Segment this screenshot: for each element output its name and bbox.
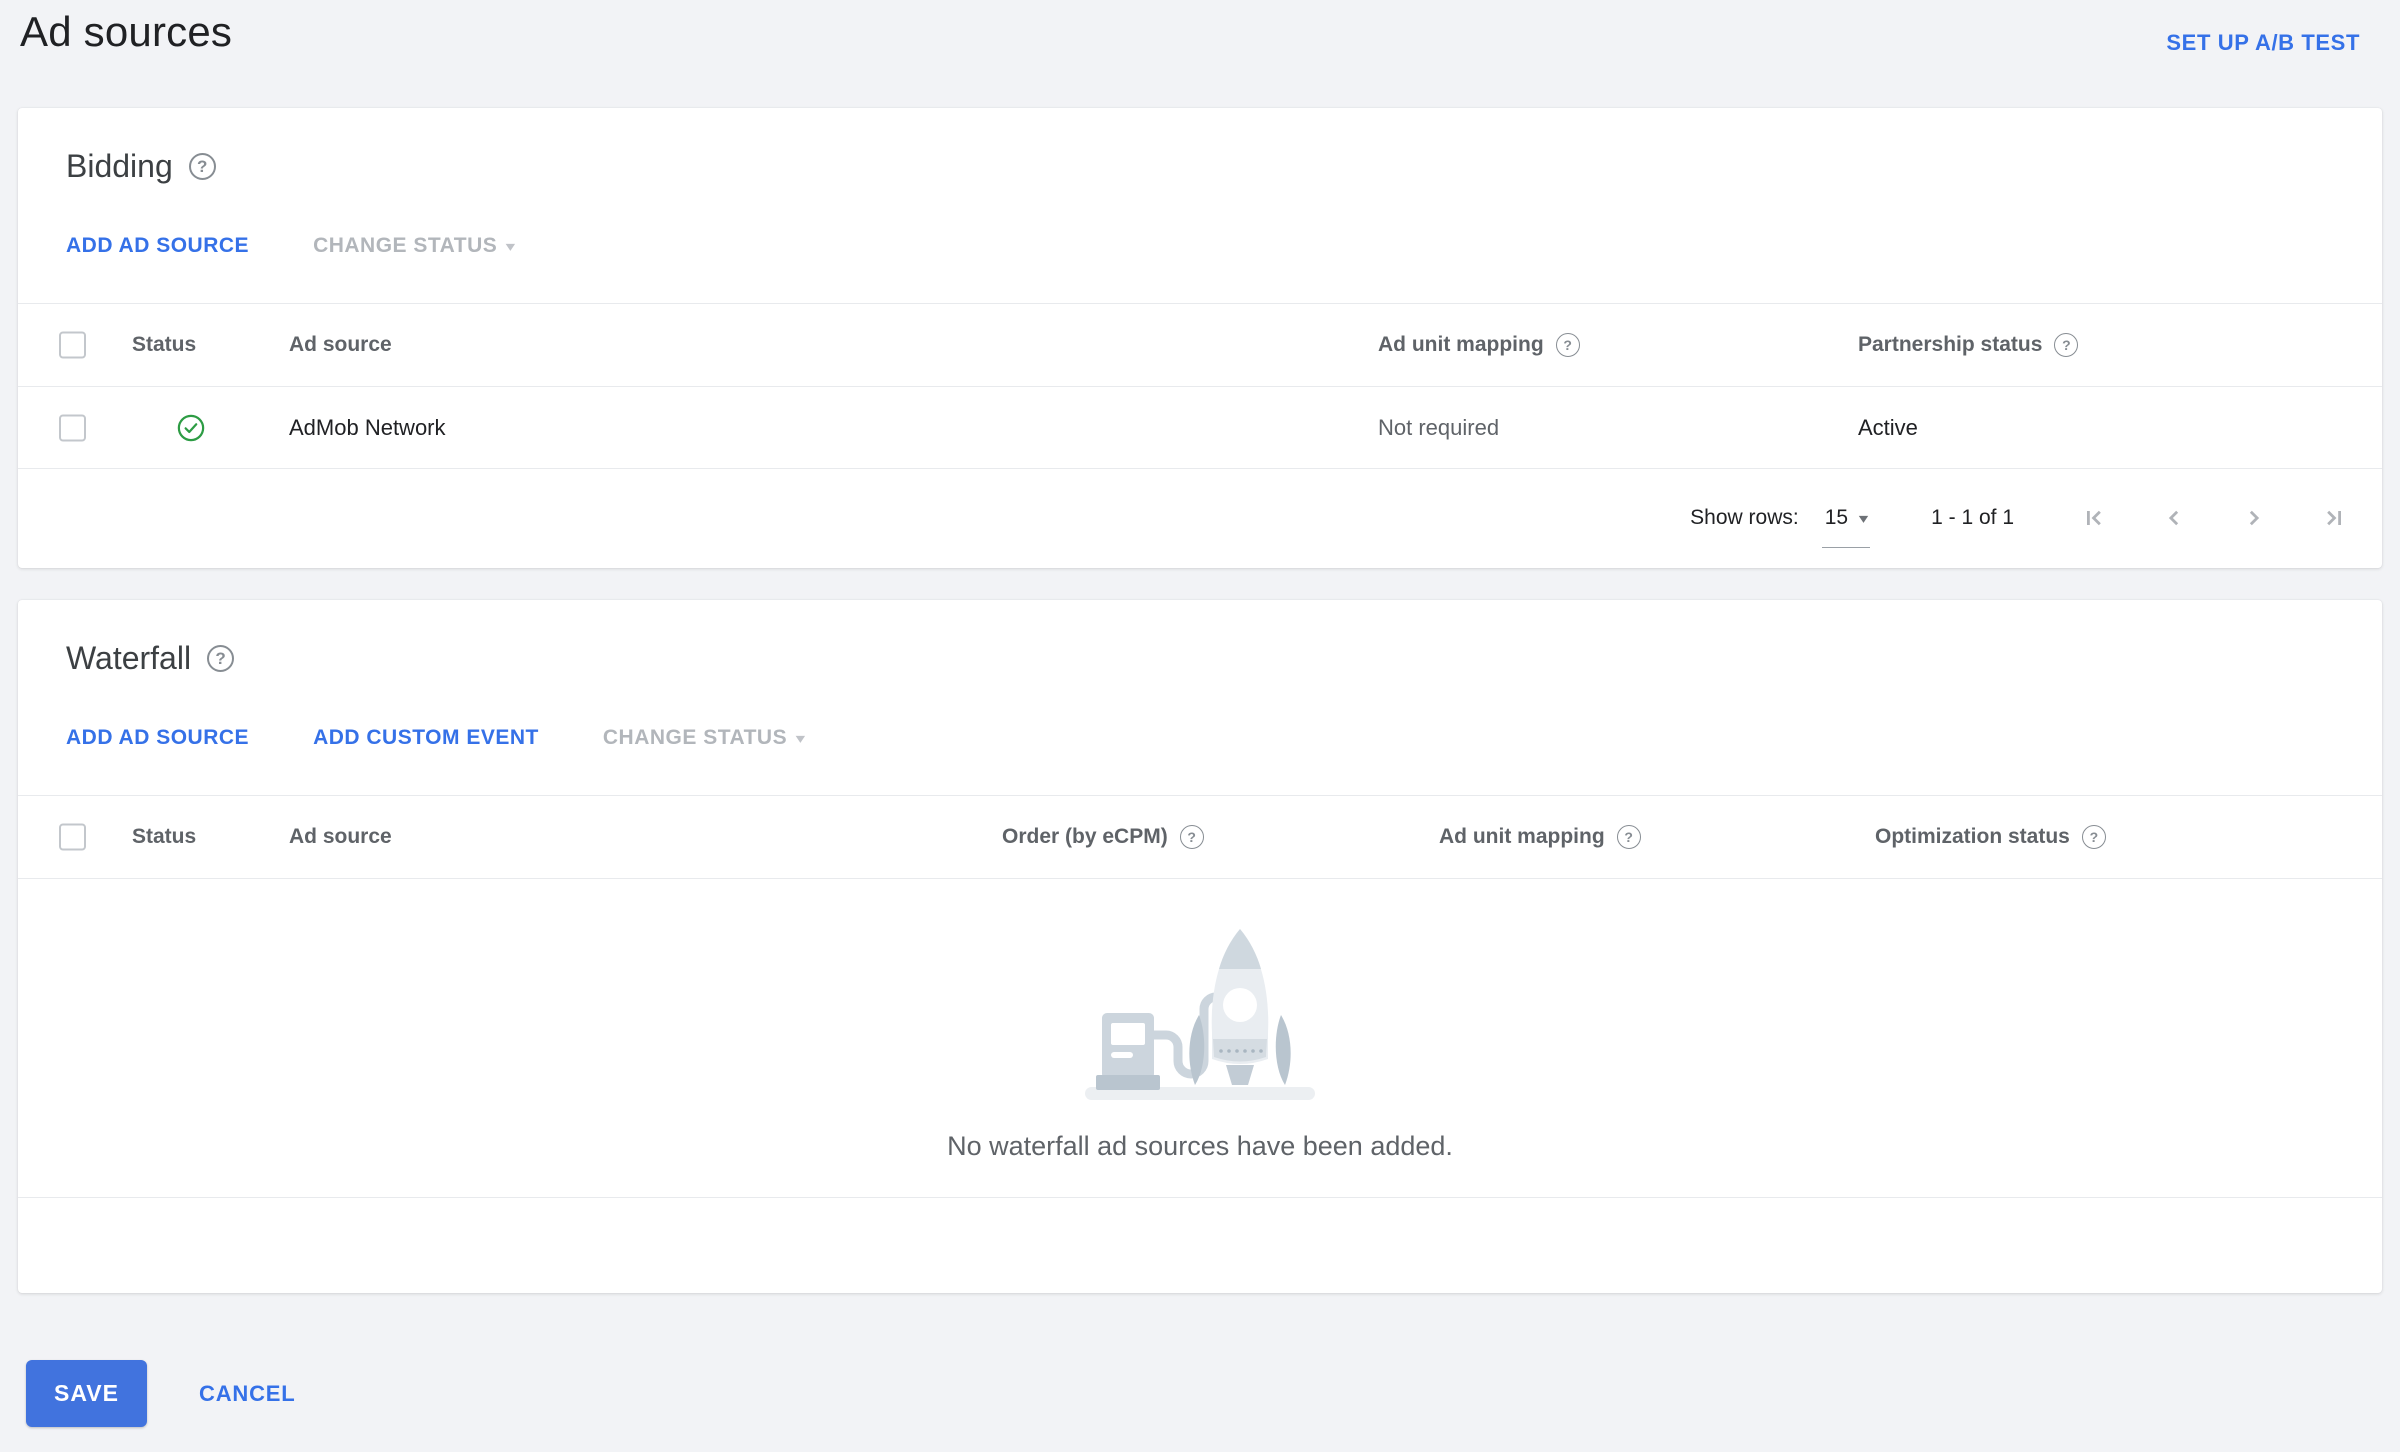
chevron-down-icon: ▾ xyxy=(1858,509,1869,526)
column-partnership-status: Partnership status ? xyxy=(1858,333,2079,357)
column-status: Status xyxy=(132,825,197,848)
waterfall-empty-state: No waterfall ad sources have been added. xyxy=(18,879,2382,1197)
help-icon[interactable]: ? xyxy=(1555,333,1580,357)
column-order-by-ecpm-label: Order (by eCPM) xyxy=(1002,825,1168,848)
rocket-fuel-pump-illustration xyxy=(1085,928,1315,1100)
add-custom-event-button[interactable]: ADD CUSTOM EVENT xyxy=(313,726,539,750)
bottom-action-bar: SAVE CANCEL xyxy=(26,1360,295,1427)
change-status-label: CHANGE STATUS xyxy=(602,726,788,749)
column-status: Status xyxy=(132,333,197,356)
waterfall-table-footer xyxy=(18,1197,2382,1293)
column-ad-unit-mapping: Ad unit mapping ? xyxy=(1378,333,1580,357)
previous-page-button[interactable] xyxy=(2160,504,2188,532)
bidding-actions: ADD AD SOURCE CHANGE STATUS ▾ xyxy=(18,233,2382,259)
partnership-status-value: Active xyxy=(1858,414,1918,440)
waterfall-table: Status Ad source Order (by eCPM) ? Ad un… xyxy=(18,795,2382,1293)
help-icon[interactable]: ? xyxy=(2054,333,2079,357)
setup-ab-test-link[interactable]: SET UP A/B TEST xyxy=(2166,30,2360,56)
select-all-checkbox[interactable] xyxy=(59,823,86,851)
cancel-button[interactable]: CANCEL xyxy=(199,1381,295,1407)
bidding-header: Bidding ? xyxy=(18,108,2382,185)
column-ad-unit-mapping: Ad unit mapping ? xyxy=(1439,825,1641,849)
change-status-label: CHANGE STATUS xyxy=(313,234,498,257)
rows-per-page-select[interactable]: 15 ▾ xyxy=(1821,505,1871,548)
column-ad-source: Ad source xyxy=(289,333,392,356)
add-ad-source-button[interactable]: ADD AD SOURCE xyxy=(66,234,249,258)
change-status-button[interactable]: CHANGE STATUS ▾ xyxy=(603,726,805,750)
empty-state-message: No waterfall ad sources have been added. xyxy=(947,1130,1453,1161)
pagination-range: 1 - 1 of 1 xyxy=(1931,505,2014,529)
column-ad-source: Ad source xyxy=(289,825,392,848)
help-icon[interactable]: ? xyxy=(1616,825,1641,849)
help-icon[interactable]: ? xyxy=(2081,825,2106,849)
bidding-title: Bidding xyxy=(66,148,173,184)
next-page-button[interactable] xyxy=(2240,504,2268,532)
change-status-button[interactable]: CHANGE STATUS ▾ xyxy=(313,234,515,258)
column-optimization-status-label: Optimization status xyxy=(1875,825,2070,848)
pagination-bar: Show rows: 15 ▾ 1 - 1 of 1 xyxy=(18,469,2382,566)
column-ad-unit-mapping-label: Ad unit mapping xyxy=(1378,333,1544,356)
waterfall-title: Waterfall xyxy=(66,640,192,676)
row-checkbox[interactable] xyxy=(59,414,86,441)
waterfall-table-header: Status Ad source Order (by eCPM) ? Ad un… xyxy=(18,795,2382,879)
column-order-by-ecpm: Order (by eCPM) ? xyxy=(1002,825,1204,849)
column-optimization-status: Optimization status ? xyxy=(1875,825,2106,849)
column-ad-unit-mapping-label: Ad unit mapping xyxy=(1439,825,1605,848)
help-icon[interactable]: ? xyxy=(1179,825,1204,849)
show-rows-label: Show rows: xyxy=(1690,505,1799,529)
rows-per-page-value: 15 xyxy=(1824,505,1849,529)
select-all-checkbox[interactable] xyxy=(59,331,86,359)
waterfall-actions: ADD AD SOURCE ADD CUSTOM EVENT CHANGE ST… xyxy=(18,725,2382,751)
page-title: Ad sources xyxy=(20,8,233,55)
bidding-card: Bidding ? ADD AD SOURCE CHANGE STATUS ▾ … xyxy=(18,108,2382,568)
help-icon[interactable]: ? xyxy=(207,645,235,672)
waterfall-header: Waterfall ? xyxy=(18,600,2382,677)
ad-source-name: AdMob Network xyxy=(289,414,446,440)
chevron-down-icon: ▾ xyxy=(505,238,517,254)
save-button[interactable]: SAVE xyxy=(26,1360,147,1427)
bidding-table-header: Status Ad source Ad unit mapping ? Partn… xyxy=(18,303,2382,387)
last-page-button[interactable] xyxy=(2320,504,2348,532)
column-partnership-status-label: Partnership status xyxy=(1858,333,2043,356)
ad-unit-mapping-value: Not required xyxy=(1378,414,1500,440)
chevron-down-icon: ▾ xyxy=(795,730,806,746)
waterfall-card: Waterfall ? ADD AD SOURCE ADD CUSTOM EVE… xyxy=(18,600,2382,1293)
help-icon[interactable]: ? xyxy=(188,153,216,180)
table-row: AdMob Network Not required Active xyxy=(18,387,2382,469)
status-enabled-icon xyxy=(177,414,205,442)
bidding-table: Status Ad source Ad unit mapping ? Partn… xyxy=(18,303,2382,566)
first-page-button[interactable] xyxy=(2080,504,2108,532)
add-ad-source-button[interactable]: ADD AD SOURCE xyxy=(66,726,249,750)
